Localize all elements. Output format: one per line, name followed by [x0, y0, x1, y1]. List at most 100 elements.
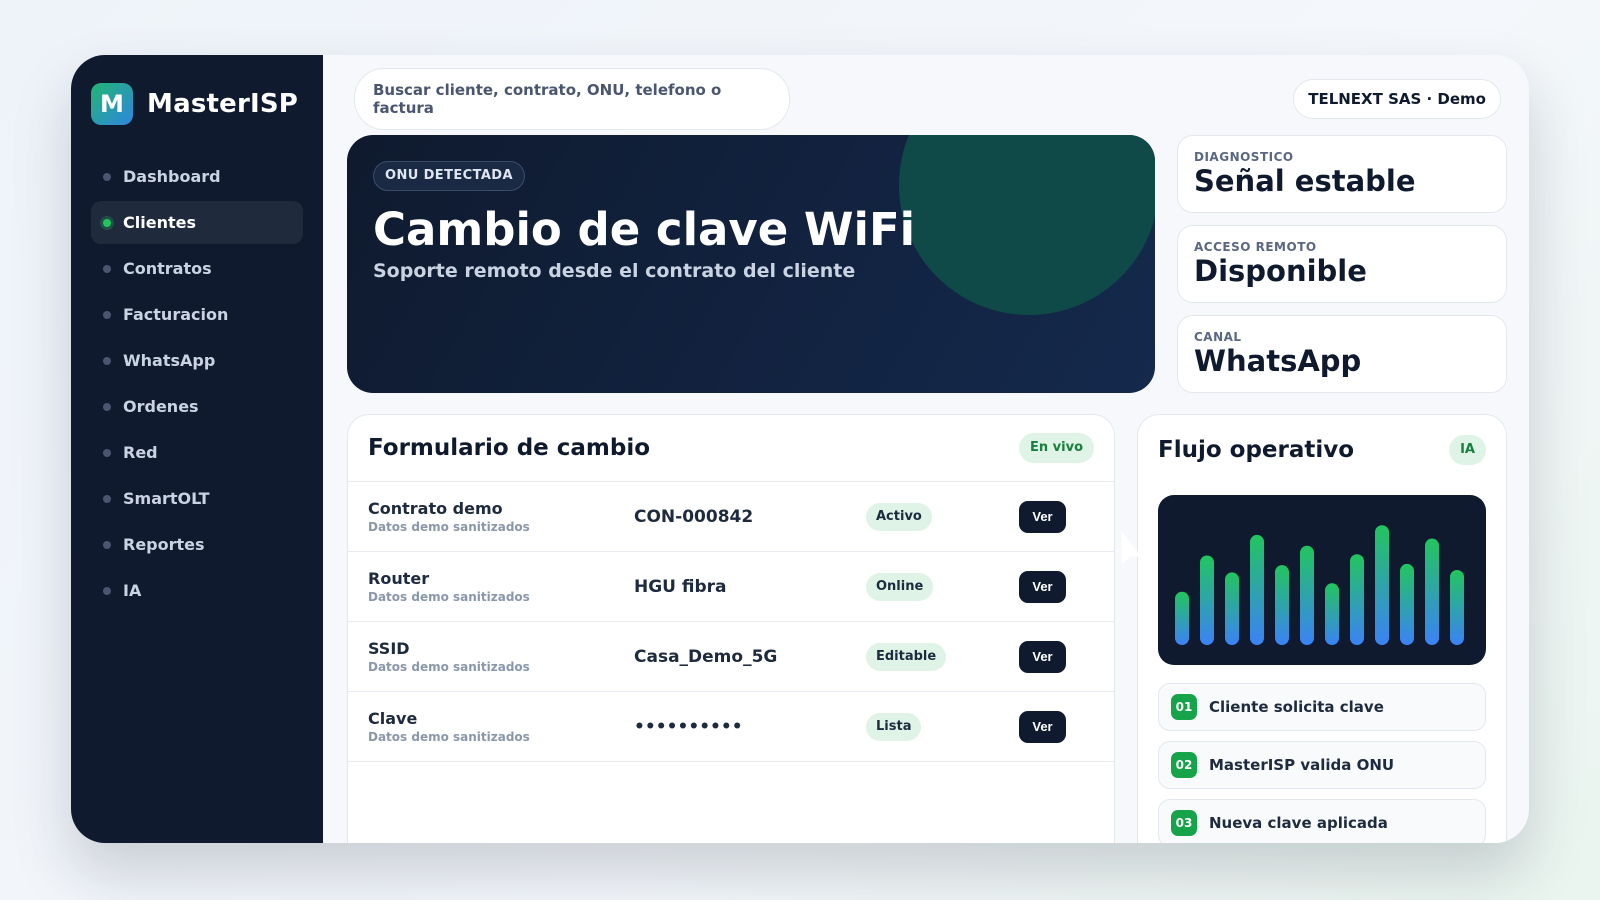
activity-bar [1350, 554, 1364, 645]
activity-bar [1425, 538, 1439, 645]
step-number: 01 [1171, 694, 1197, 720]
status-card-diagnostico: DIAGNOSTICO Señal estable [1177, 135, 1507, 213]
sidebar-item-facturacion[interactable]: Facturacion [91, 293, 303, 336]
sidebar-item-smartolt[interactable]: SmartOLT [91, 477, 303, 520]
row-sublabel: Datos demo sanitizados [368, 590, 530, 604]
sidebar-item-contratos[interactable]: Contratos [91, 247, 303, 290]
sidebar-item-ordenes[interactable]: Ordenes [91, 385, 303, 428]
sidebar-item-dashboard[interactable]: Dashboard [91, 155, 303, 198]
table-row: SSID Datos demo sanitizados Casa_Demo_5G … [348, 622, 1114, 692]
hero-title: Cambio de clave WiFi [373, 203, 916, 256]
sidebar-item-label: WhatsApp [123, 351, 216, 370]
nav-dot-icon [103, 494, 111, 503]
brand-name: MasterISP [147, 89, 299, 119]
status-label: CANAL [1194, 330, 1242, 344]
activity-bar [1250, 534, 1264, 645]
status-badge: Lista [866, 712, 922, 741]
view-button[interactable]: Ver [1019, 640, 1066, 673]
status-value: Señal estable [1194, 164, 1416, 198]
activity-bar [1200, 555, 1214, 645]
nav-dot-icon [103, 310, 111, 319]
row-label: Clave [368, 709, 418, 728]
view-button[interactable]: Ver [1019, 500, 1066, 533]
sidebar-item-clientes[interactable]: Clientes [91, 201, 303, 244]
row-label: SSID [368, 639, 410, 658]
activity-bar [1275, 565, 1289, 645]
sidebar-item-label: Clientes [123, 213, 196, 232]
hero-badge: ONU DETECTADA [373, 161, 525, 191]
sidebar-item-label: Dashboard [123, 167, 221, 186]
flow-step: 02 MasterISP valida ONU [1158, 741, 1486, 789]
view-button[interactable]: Ver [1019, 570, 1066, 603]
sidebar-item-label: Contratos [123, 259, 212, 278]
activity-bar [1300, 545, 1314, 645]
activity-bars [1175, 525, 1464, 645]
sidebar-nav: Dashboard Clientes Contratos Facturacion… [91, 155, 303, 612]
row-sublabel: Datos demo sanitizados [368, 520, 530, 534]
view-button[interactable]: Ver [1019, 710, 1066, 743]
nav-dot-icon [103, 448, 111, 457]
sidebar-item-whatsapp[interactable]: WhatsApp [91, 339, 303, 382]
row-value: •••••••••• [634, 716, 743, 737]
form-card: Formulario de cambio En vivo Contrato de… [347, 414, 1115, 843]
sidebar-item-label: Reportes [123, 535, 205, 554]
status-card-acceso-remoto: ACCESO REMOTO Disponible [1177, 225, 1507, 303]
status-label: ACCESO REMOTO [1194, 240, 1317, 254]
status-value: Disponible [1194, 254, 1367, 288]
sidebar-item-red[interactable]: Red [91, 431, 303, 474]
flow-card: Flujo operativo IA 01 Cliente solicita c… [1137, 414, 1507, 843]
activity-chart [1158, 495, 1486, 665]
live-badge: En vivo [1019, 433, 1094, 463]
status-cards: DIAGNOSTICO Señal estable ACCESO REMOTO … [1177, 135, 1507, 393]
flow-card-header: Flujo operativo IA [1158, 415, 1486, 485]
sidebar-item-ia[interactable]: IA [91, 569, 303, 612]
nav-dot-icon [103, 356, 111, 365]
activity-bar [1325, 583, 1339, 645]
mouse-cursor-icon [1121, 530, 1141, 566]
nav-dot-icon [103, 264, 111, 273]
org-selector[interactable]: TELNEXT SAS · Demo [1293, 79, 1501, 119]
sidebar-item-label: Red [123, 443, 158, 462]
sidebar-item-label: Ordenes [123, 397, 199, 416]
topbar: Buscar cliente, contrato, ONU, telefono … [347, 67, 1507, 131]
row-value: Casa_Demo_5G [634, 646, 778, 667]
form-title: Formulario de cambio [368, 435, 651, 461]
brand-logo: M [91, 83, 133, 125]
activity-bar [1175, 591, 1189, 645]
form-card-header: Formulario de cambio En vivo [348, 415, 1114, 482]
step-text: Nueva clave aplicada [1209, 814, 1388, 832]
table-row: Clave Datos demo sanitizados •••••••••• L… [348, 692, 1114, 762]
flow-step: 01 Cliente solicita clave [1158, 683, 1486, 731]
step-number: 03 [1171, 810, 1197, 836]
activity-bar [1225, 572, 1239, 645]
hero-subtitle: Soporte remoto desde el contrato del cli… [373, 260, 856, 282]
main-content: Buscar cliente, contrato, ONU, telefono … [323, 55, 1529, 843]
table-row: Router Datos demo sanitizados HGU fibra O… [348, 552, 1114, 622]
brand[interactable]: M MasterISP [91, 83, 303, 125]
activity-bar [1400, 563, 1414, 645]
sidebar-item-label: Facturacion [123, 305, 229, 324]
step-number: 02 [1171, 752, 1197, 778]
nav-dot-icon [103, 540, 111, 549]
activity-bar [1450, 569, 1464, 645]
sidebar-item-reportes[interactable]: Reportes [91, 523, 303, 566]
nav-dot-icon [103, 218, 111, 227]
row-label: Router [368, 569, 430, 588]
sidebar: M MasterISP Dashboard Clientes Contratos… [71, 55, 323, 843]
status-label: DIAGNOSTICO [1194, 150, 1294, 164]
status-value: WhatsApp [1194, 344, 1362, 378]
row-label: Contrato demo [368, 499, 503, 518]
search-input[interactable]: Buscar cliente, contrato, ONU, telefono … [354, 68, 790, 130]
status-badge: Activo [866, 502, 932, 531]
flow-title: Flujo operativo [1158, 437, 1355, 463]
step-text: MasterISP valida ONU [1209, 756, 1395, 774]
flow-steps: 01 Cliente solicita clave 02 MasterISP v… [1158, 683, 1486, 843]
flow-step: 03 Nueva clave aplicada [1158, 799, 1486, 843]
status-badge: Editable [866, 642, 947, 671]
row-value: CON-000842 [634, 506, 754, 527]
nav-dot-icon [103, 172, 111, 181]
ai-badge: IA [1449, 435, 1486, 465]
row-sublabel: Datos demo sanitizados [368, 730, 530, 744]
activity-bar [1375, 525, 1389, 645]
sidebar-item-label: SmartOLT [123, 489, 210, 508]
